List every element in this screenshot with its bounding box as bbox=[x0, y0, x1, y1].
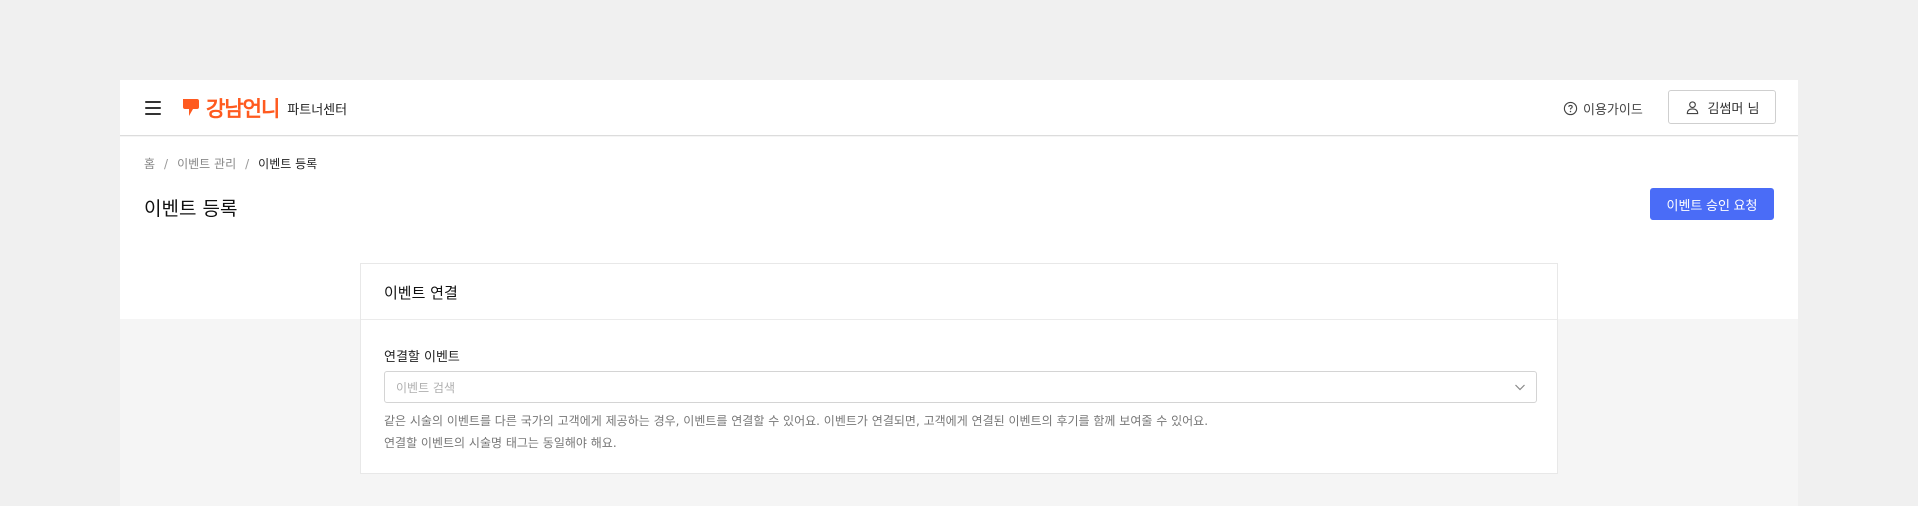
breadcrumb-separator: / bbox=[164, 156, 169, 171]
breadcrumb-home[interactable]: 홈 bbox=[144, 155, 155, 172]
user-name: 김썸머 님 bbox=[1707, 101, 1760, 117]
app-container: 강남언니 파트너센터 이용가이드 김썸머 님 홈 / 이벤트 관리 / 이벤트 bbox=[120, 80, 1798, 506]
breadcrumb-event-manage[interactable]: 이벤트 관리 bbox=[177, 155, 236, 172]
card-title: 이벤트 연결 bbox=[361, 264, 1557, 320]
logo-subtitle: 파트너센터 bbox=[287, 102, 348, 118]
menu-icon[interactable] bbox=[144, 99, 162, 117]
brand-logo-icon bbox=[183, 99, 199, 116]
page-title: 이벤트 등록 bbox=[144, 198, 238, 220]
help-text-line: 연결할 이벤트의 시술명 태그는 동일해야 해요. bbox=[384, 436, 617, 450]
help-circle-icon bbox=[1563, 101, 1578, 115]
top-header: 강남언니 파트너센터 이용가이드 김썸머 님 bbox=[120, 80, 1798, 136]
breadcrumb-current: 이벤트 등록 bbox=[258, 157, 318, 171]
help-text: 같은 시술의 이벤트를 다른 국가의 고객에게 제공하는 경우, 이벤트를 연결… bbox=[384, 410, 1208, 454]
request-approval-button[interactable]: 이벤트 승인 요청 bbox=[1650, 188, 1774, 220]
user-menu-button[interactable]: 김썸머 님 bbox=[1668, 90, 1776, 124]
linked-event-label: 연결할 이벤트 bbox=[384, 350, 460, 365]
breadcrumb-separator: / bbox=[245, 156, 250, 171]
event-link-card: 이벤트 연결 연결할 이벤트 이벤트 검색 같은 시술의 이벤트를 다른 국가의… bbox=[360, 263, 1558, 474]
chevron-down-icon bbox=[1515, 384, 1525, 391]
breadcrumb: 홈 / 이벤트 관리 / 이벤트 등록 bbox=[144, 155, 317, 172]
event-search-select[interactable]: 이벤트 검색 bbox=[384, 371, 1537, 403]
guide-label: 이용가이드 bbox=[1583, 102, 1643, 118]
user-icon bbox=[1686, 100, 1698, 114]
help-text-line: 같은 시술의 이벤트를 다른 국가의 고객에게 제공하는 경우, 이벤트를 연결… bbox=[384, 414, 1209, 428]
guide-link[interactable]: 이용가이드 bbox=[1563, 98, 1643, 118]
brand-logo[interactable]: 강남언니 파트너센터 bbox=[182, 94, 347, 122]
select-placeholder: 이벤트 검색 bbox=[396, 380, 456, 395]
logo-text: 강남언니 bbox=[206, 97, 280, 121]
